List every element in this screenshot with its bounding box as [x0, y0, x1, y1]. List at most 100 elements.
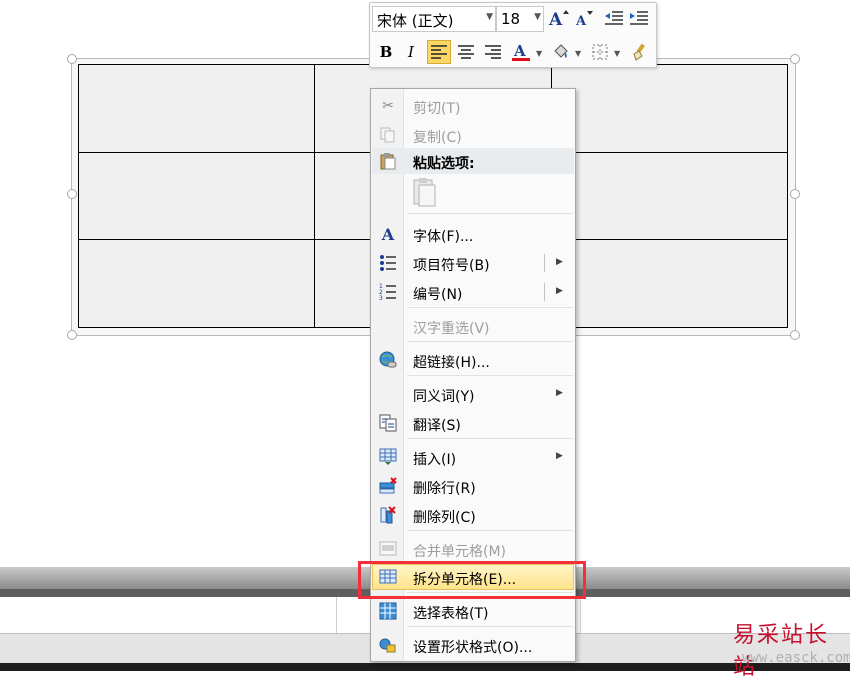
menu-item-label: 插入(I) — [413, 452, 457, 468]
menu-item-label: 同义词(Y) — [413, 389, 475, 405]
menu-item-label: 设置形状格式(O)... — [413, 640, 533, 656]
menu-separator — [407, 341, 573, 342]
select-table-icon — [379, 602, 397, 620]
menu-item-synonyms[interactable]: 同义词(Y) ▶ — [372, 380, 574, 408]
italic-button[interactable]: I — [399, 40, 423, 64]
font-size-combo[interactable]: 18 ▼ — [496, 6, 544, 32]
paste-options-header: 粘贴选项: — [372, 148, 574, 174]
border-icon — [592, 44, 608, 60]
paste-keep-text-icon — [413, 178, 436, 207]
menu-item-label: 翻译(S) — [413, 418, 461, 434]
chevron-down-icon[interactable]: ▼ — [614, 49, 620, 58]
numbering-icon: 123 — [379, 283, 397, 301]
menu-item-label: 删除行(R) — [413, 481, 476, 497]
menu-item-label: 选择表格(T) — [413, 606, 489, 622]
menu-item-numbering[interactable]: 123 编号(N) ▶ — [372, 278, 574, 306]
align-left-button[interactable] — [427, 40, 451, 64]
font-name-combo[interactable]: 宋体 (正文) ▼ — [372, 6, 496, 32]
resize-handle-top-right[interactable] — [790, 54, 800, 64]
delete-row-icon — [379, 477, 397, 495]
menu-item-font[interactable]: A 字体(F)... — [372, 220, 574, 248]
chevron-down-icon[interactable]: ▼ — [534, 12, 541, 22]
menu-item-delete-column[interactable]: 删除列(C) — [372, 501, 574, 529]
format-shape-icon — [379, 636, 397, 654]
align-right-button[interactable] — [481, 40, 505, 64]
submenu-arrow-icon[interactable]: ▶ — [556, 286, 563, 296]
borders-button[interactable] — [588, 40, 612, 64]
table-cell[interactable] — [77, 64, 316, 153]
format-painter-icon — [633, 43, 645, 61]
resize-handle-top-left[interactable] — [67, 54, 77, 64]
resize-handle-bottom-left[interactable] — [67, 330, 77, 340]
resize-handle-bottom-right[interactable] — [790, 330, 800, 340]
scissors-icon: ✂ — [382, 98, 394, 114]
menu-item-bullets[interactable]: 项目符号(B) ▶ — [372, 249, 574, 277]
decrease-indent-button[interactable] — [602, 6, 626, 30]
menu-item-delete-row[interactable]: 删除行(R) — [372, 472, 574, 500]
menu-item-merge-cells[interactable]: 合并单元格(M) — [372, 535, 574, 563]
menu-item-insert[interactable]: 插入(I) ▶ — [372, 443, 574, 471]
menu-item-format-shape[interactable]: 设置形状格式(O)... — [372, 631, 574, 659]
shrink-font-icon: A — [575, 11, 593, 28]
chevron-down-icon[interactable]: ▼ — [536, 49, 542, 58]
chevron-down-icon[interactable]: ▼ — [575, 49, 581, 58]
svg-text:A: A — [575, 14, 587, 28]
menu-item-translate[interactable]: 翻译(S) — [372, 409, 574, 437]
menu-item-label: 超链接(H)... — [413, 355, 490, 371]
mini-toolbar: 宋体 (正文) ▼ 18 ▼ A A B I A ▼ ▼ ▼ — [369, 2, 657, 68]
menu-item-select-table[interactable]: 选择表格(T) — [372, 597, 574, 625]
menu-item-reconvert[interactable]: 汉字重选(V) — [372, 312, 574, 340]
menu-item-label: 粘贴选项: — [413, 156, 475, 172]
italic-icon: I — [408, 43, 414, 61]
shrink-font-button[interactable]: A — [572, 6, 596, 30]
format-painter-button[interactable] — [628, 40, 652, 64]
resize-handle-left[interactable] — [67, 189, 77, 199]
menu-item-label: 编号(N) — [413, 287, 463, 303]
decrease-indent-icon — [605, 11, 623, 25]
menu-item-label: 项目符号(B) — [413, 258, 490, 274]
insert-table-icon — [379, 448, 397, 466]
resize-handle-right[interactable] — [790, 189, 800, 199]
bullets-icon — [379, 254, 397, 272]
align-center-button[interactable] — [454, 40, 478, 64]
table-cell[interactable] — [550, 239, 789, 328]
menu-separator — [407, 307, 573, 308]
grow-font-button[interactable]: A — [547, 6, 571, 30]
menu-item-hyperlink[interactable]: 超链接(H)... — [372, 346, 574, 374]
submenu-arrow-icon[interactable]: ▶ — [556, 451, 563, 461]
menu-separator — [407, 213, 573, 214]
font-icon: A — [381, 224, 395, 244]
font-size-value: 18 — [501, 10, 521, 28]
grow-font-icon: A — [548, 10, 569, 28]
menu-item-copy[interactable]: 复制(C) — [372, 121, 574, 149]
split-divider — [544, 254, 545, 272]
bold-button[interactable]: B — [374, 40, 398, 64]
paste-keep-text-button[interactable] — [409, 177, 441, 211]
table-cell[interactable] — [550, 151, 789, 241]
highlight-color-button[interactable] — [549, 40, 573, 64]
increase-indent-icon — [630, 11, 648, 25]
svg-text:A: A — [548, 10, 563, 28]
font-color-button[interactable]: A — [509, 40, 533, 64]
highlight-annotation-box — [358, 561, 586, 599]
align-center-icon — [458, 45, 474, 59]
table-cell[interactable] — [77, 151, 316, 241]
menu-separator — [407, 530, 573, 531]
align-left-icon — [431, 45, 447, 59]
split-divider — [544, 283, 545, 301]
table-cell[interactable] — [77, 239, 316, 328]
submenu-arrow-icon[interactable]: ▶ — [556, 388, 563, 398]
align-right-icon — [485, 45, 501, 59]
menu-item-label: 汉字重选(V) — [413, 321, 490, 337]
table-cell[interactable] — [550, 64, 789, 153]
menu-item-cut[interactable]: ✂ 剪切(T) — [372, 92, 574, 120]
chevron-down-icon[interactable]: ▼ — [486, 12, 493, 22]
menu-separator — [407, 626, 573, 627]
svg-text:A: A — [513, 42, 526, 60]
submenu-arrow-icon[interactable]: ▶ — [556, 257, 563, 267]
merge-cells-icon — [379, 540, 397, 558]
menu-item-label: 删除列(C) — [413, 510, 476, 526]
increase-indent-button[interactable] — [627, 6, 651, 30]
font-name-value: 宋体 (正文) — [377, 12, 454, 30]
svg-text:3: 3 — [379, 295, 383, 301]
